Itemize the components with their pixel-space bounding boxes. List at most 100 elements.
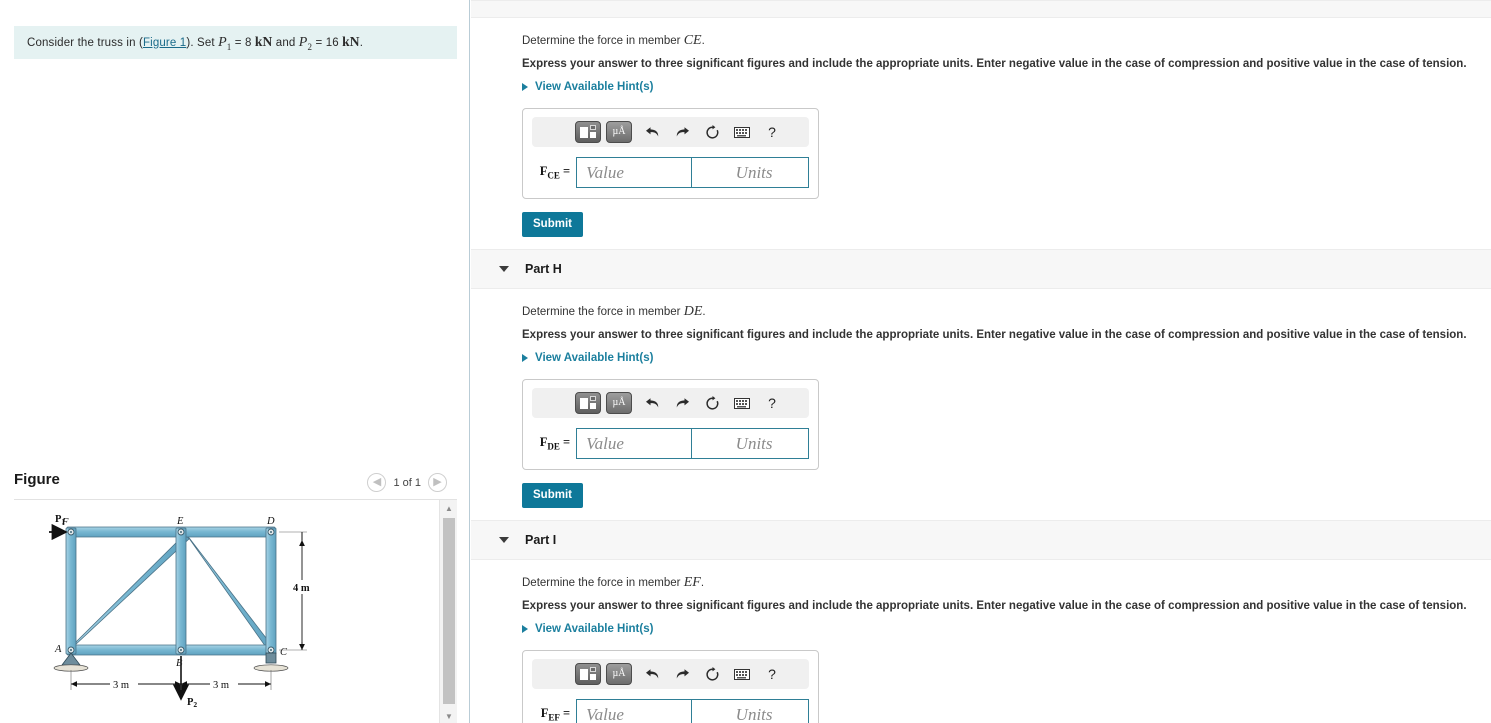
hint-expand-triangle-icon[interactable] — [522, 625, 528, 633]
part-g-instructions: Express your answer to three significant… — [522, 58, 1467, 70]
part-i-answer-box: µÅ ? FEF = Value Units — [522, 650, 819, 723]
hint-expand-triangle-icon[interactable] — [522, 83, 528, 91]
keyboard-icon[interactable] — [727, 120, 757, 144]
p2-unit: kN — [342, 33, 360, 49]
dimension-4m: 4 m — [293, 583, 310, 594]
undo-icon[interactable] — [637, 120, 667, 144]
figure-1-link[interactable]: Figure 1 — [143, 37, 186, 49]
part-h-collapse-caret-icon[interactable] — [499, 266, 509, 272]
scroll-up-arrow-icon[interactable]: ▲ — [440, 500, 457, 516]
figure-prev-button[interactable]: ◀ — [367, 473, 387, 492]
math-template-icon[interactable] — [575, 392, 601, 414]
part-h-question-suffix: . — [702, 306, 706, 318]
keyboard-icon[interactable] — [727, 391, 757, 415]
part-g-member: CE — [683, 33, 702, 48]
part-g-submit-button[interactable]: Submit — [522, 212, 583, 237]
part-h-hint-link[interactable]: View Available Hint(s) — [535, 352, 653, 364]
label-F: F — [61, 517, 69, 528]
part-i-hint-link[interactable]: View Available Hint(s) — [535, 623, 653, 635]
problem-prefix: Consider the truss in ( — [27, 36, 143, 49]
part-i-hint-row[interactable]: View Available Hint(s) — [522, 612, 1491, 635]
part-i-question-suffix: . — [700, 577, 705, 589]
reset-icon[interactable] — [697, 391, 727, 415]
math-template-icon[interactable] — [575, 121, 601, 143]
part-h-value-input[interactable]: Value — [576, 428, 692, 459]
part-i-value-input[interactable]: Value — [576, 699, 692, 723]
part-h-instructions: Express your answer to three significant… — [522, 329, 1467, 341]
scrollbar-thumb[interactable] — [443, 518, 455, 704]
homework-page: Consider the truss in (Figure 1). Set P1… — [0, 0, 1491, 723]
keyboard-icon[interactable] — [727, 662, 757, 686]
redo-icon[interactable] — [667, 662, 697, 686]
part-i-member: EF — [683, 575, 701, 590]
redo-icon[interactable] — [667, 391, 697, 415]
p2-variable: P2 — [298, 34, 313, 52]
problem-statement: Consider the truss in (Figure 1). Set P1… — [14, 26, 457, 59]
figure-viewport: P1 F E D A B C P2 4 m 3 m 3 m ▲ ▼ — [14, 499, 457, 723]
part-header-partial — [471, 0, 1491, 18]
figure-pagination: ◀ 1 of 1 ▶ — [367, 473, 447, 492]
label-A: A — [54, 644, 62, 655]
part-i-instructions: Express your answer to three significant… — [522, 600, 1467, 612]
part-g-toolbar: µÅ ? — [532, 117, 809, 147]
part-i-collapse-caret-icon[interactable] — [499, 537, 509, 543]
problem-mid: ). Set — [186, 36, 219, 49]
figure-scrollbar[interactable]: ▲ ▼ — [439, 500, 457, 723]
part-g-units-input[interactable]: Units — [691, 157, 809, 188]
micro-angstrom-units-icon[interactable]: µÅ — [606, 663, 632, 685]
figure-counter: 1 of 1 — [393, 476, 421, 489]
question-mark-icon[interactable]: ? — [757, 662, 787, 686]
question-mark-icon[interactable]: ? — [757, 120, 787, 144]
part-h-question-prefix: Determine the force in member — [522, 306, 684, 318]
label-B: B — [176, 658, 183, 669]
problem-period: . — [359, 36, 364, 49]
left-panel: Consider the truss in (Figure 1). Set P1… — [0, 0, 470, 723]
undo-icon[interactable] — [637, 662, 667, 686]
part-h-answer-box: µÅ ? FDE = Value Units — [522, 379, 819, 470]
figure-next-button[interactable]: ▶ — [428, 473, 447, 492]
part-i-label: Part I — [525, 533, 557, 547]
part-g-section: Determine the force in member CE. Expres… — [471, 18, 1491, 249]
part-i-units-input[interactable]: Units — [691, 699, 809, 723]
hint-expand-triangle-icon[interactable] — [522, 354, 528, 362]
p1-variable: P1 — [218, 34, 232, 52]
undo-icon[interactable] — [637, 391, 667, 415]
part-i-header[interactable]: Part I — [471, 520, 1491, 560]
micro-angstrom-units-icon[interactable]: µÅ — [606, 121, 632, 143]
part-h-submit-button[interactable]: Submit — [522, 483, 583, 508]
part-g-hint-link[interactable]: View Available Hint(s) — [535, 81, 653, 93]
part-i-question-prefix: Determine the force in member — [522, 577, 684, 589]
part-g-answer-box: µÅ ? FCE = Value Units — [522, 108, 819, 199]
p1-unit: kN — [254, 33, 273, 49]
part-h-label: Part H — [525, 262, 562, 276]
part-g-hint-row[interactable]: View Available Hint(s) — [522, 70, 1491, 93]
part-g-answer-row: FCE = Value Units — [532, 157, 809, 188]
dimension-3m-left: 3 m — [113, 680, 129, 691]
part-g-question: Determine the force in member CE. — [522, 18, 1491, 49]
p2-equals: = 16 — [312, 36, 343, 49]
micro-angstrom-units-icon[interactable]: µÅ — [606, 392, 632, 414]
part-h-hint-row[interactable]: View Available Hint(s) — [522, 341, 1491, 364]
figure-title: Figure — [14, 471, 60, 488]
part-i-toolbar: µÅ ? — [532, 659, 809, 689]
part-h-toolbar: µÅ ? — [532, 388, 809, 418]
dimension-3m-right: 3 m — [213, 680, 229, 691]
figure-header: Figure ◀ 1 of 1 ▶ — [0, 470, 470, 498]
truss-diagram: P1 F E D A B C P2 4 m 3 m 3 m — [49, 514, 316, 709]
label-E: E — [176, 516, 184, 527]
problem-and: and — [272, 36, 299, 49]
math-template-icon[interactable] — [575, 663, 601, 685]
part-h-units-input[interactable]: Units — [691, 428, 809, 459]
part-g-force-label: FCE = — [539, 164, 571, 181]
part-g-question-suffix: . — [701, 35, 705, 47]
part-h-force-label: FDE = — [539, 435, 571, 452]
scroll-down-arrow-icon[interactable]: ▼ — [440, 708, 457, 723]
reset-icon[interactable] — [697, 662, 727, 686]
question-mark-icon[interactable]: ? — [757, 391, 787, 415]
part-h-header[interactable]: Part H — [471, 249, 1491, 289]
part-g-value-input[interactable]: Value — [576, 157, 692, 188]
problem-statement-text: Consider the truss in (Figure 1). Set P1… — [27, 34, 363, 52]
reset-icon[interactable] — [697, 120, 727, 144]
redo-icon[interactable] — [667, 120, 697, 144]
part-g-question-prefix: Determine the force in member — [522, 35, 684, 47]
